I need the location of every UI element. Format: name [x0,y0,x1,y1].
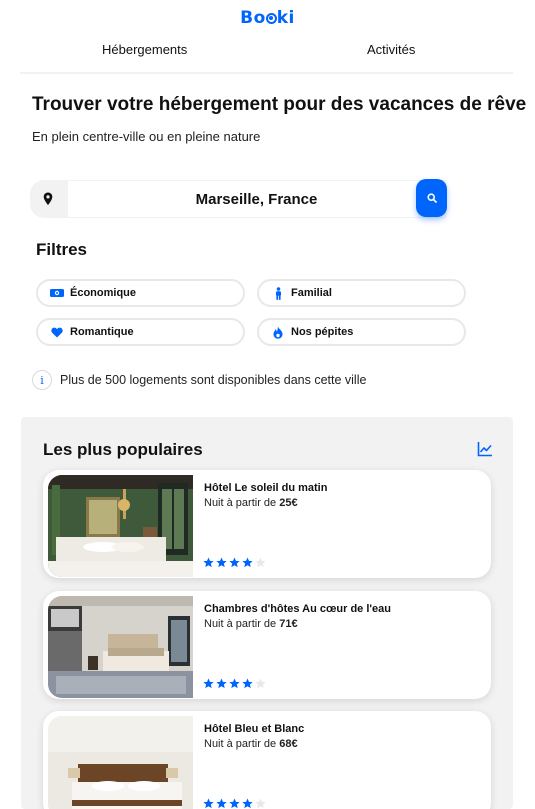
hotel-card[interactable]: Hôtel Bleu et Blanc Nuit à partir de 68€ [43,711,491,809]
nav-activites[interactable]: Activités [367,42,415,57]
hotel-rating [203,557,266,568]
price-prefix: Nuit à partir de [204,618,280,630]
trending-chart-icon[interactable] [477,441,493,457]
price-prefix: Nuit à partir de [204,497,280,509]
hotel-card[interactable]: Chambres d'hôtes Au cœur de l'eau Nuit à… [43,591,491,699]
availability-info: i Plus de 500 logements sont disponibles… [32,370,366,390]
popular-section: Les plus populaires Hôtel Le soleil du m… [21,417,513,809]
info-icon: i [32,370,52,390]
logo-pin-icon [265,13,277,24]
hotel-price: Nuit à partir de 71€ [204,618,298,630]
nav-hebergements[interactable]: Hébergements [102,42,187,57]
filter-label: Économique [70,287,137,299]
star-empty-icon [255,678,266,689]
filter-label: Nos pépites [291,326,354,338]
hotel-name: Hôtel Le soleil du matin [204,482,328,494]
popular-title: Les plus populaires [43,440,203,459]
search-icon [426,193,437,203]
hotel-price: Nuit à partir de 25€ [204,497,298,509]
map-pin-icon [43,192,53,206]
hotel-photo [48,475,193,577]
hotel-photo [48,596,193,698]
star-filled-icon [203,678,214,689]
hotel-rating [203,798,266,809]
filters-title: Filtres [36,240,88,259]
page-title: Trouver votre hébergement pour des vacan… [32,94,527,115]
page-subtitle: En plein centre-ville ou en pleine natur… [32,129,261,144]
hotel-name: Chambres d'hôtes Au cœur de l'eau [204,603,391,615]
price-value: 25€ [279,497,298,509]
filter-label: Familial [291,287,332,299]
person-icon [271,286,285,300]
filter-familial[interactable]: Familial [257,279,466,307]
star-filled-icon [216,557,227,568]
booki-logo[interactable]: Bo ki [0,8,535,28]
hotel-rating [203,678,266,689]
star-filled-icon [216,678,227,689]
filter-nos-pepites[interactable]: Nos pépites [257,318,466,346]
price-prefix: Nuit à partir de [204,738,280,750]
filter-romantique[interactable]: Romantique [36,318,245,346]
star-filled-icon [229,557,240,568]
heart-icon [50,325,64,339]
main-nav: Hébergements Activités [20,42,513,74]
filter-economique[interactable]: Économique [36,279,245,307]
availability-text: Plus de 500 logements sont disponibles d… [60,373,367,387]
price-value: 68€ [279,738,298,750]
logo-text-start: Bo [240,8,266,28]
fire-icon [271,325,285,339]
hotel-card[interactable]: Hôtel Le soleil du matin Nuit à partir d… [43,470,491,578]
logo-text-end: ki [276,8,295,28]
search-button[interactable] [416,179,447,217]
star-empty-icon [255,798,266,809]
hotel-price: Nuit à partir de 68€ [204,738,298,750]
star-filled-icon [242,557,253,568]
filter-label: Romantique [70,326,134,338]
star-filled-icon [203,557,214,568]
money-icon [50,286,64,300]
search-input[interactable] [67,180,446,218]
star-filled-icon [216,798,227,809]
star-filled-icon [242,798,253,809]
star-filled-icon [242,678,253,689]
star-empty-icon [255,557,266,568]
star-filled-icon [203,798,214,809]
star-filled-icon [229,798,240,809]
hotel-photo [48,716,193,809]
price-value: 71€ [279,618,298,630]
search-bar [30,179,447,218]
hotel-name: Hôtel Bleu et Blanc [204,723,305,735]
star-filled-icon [229,678,240,689]
